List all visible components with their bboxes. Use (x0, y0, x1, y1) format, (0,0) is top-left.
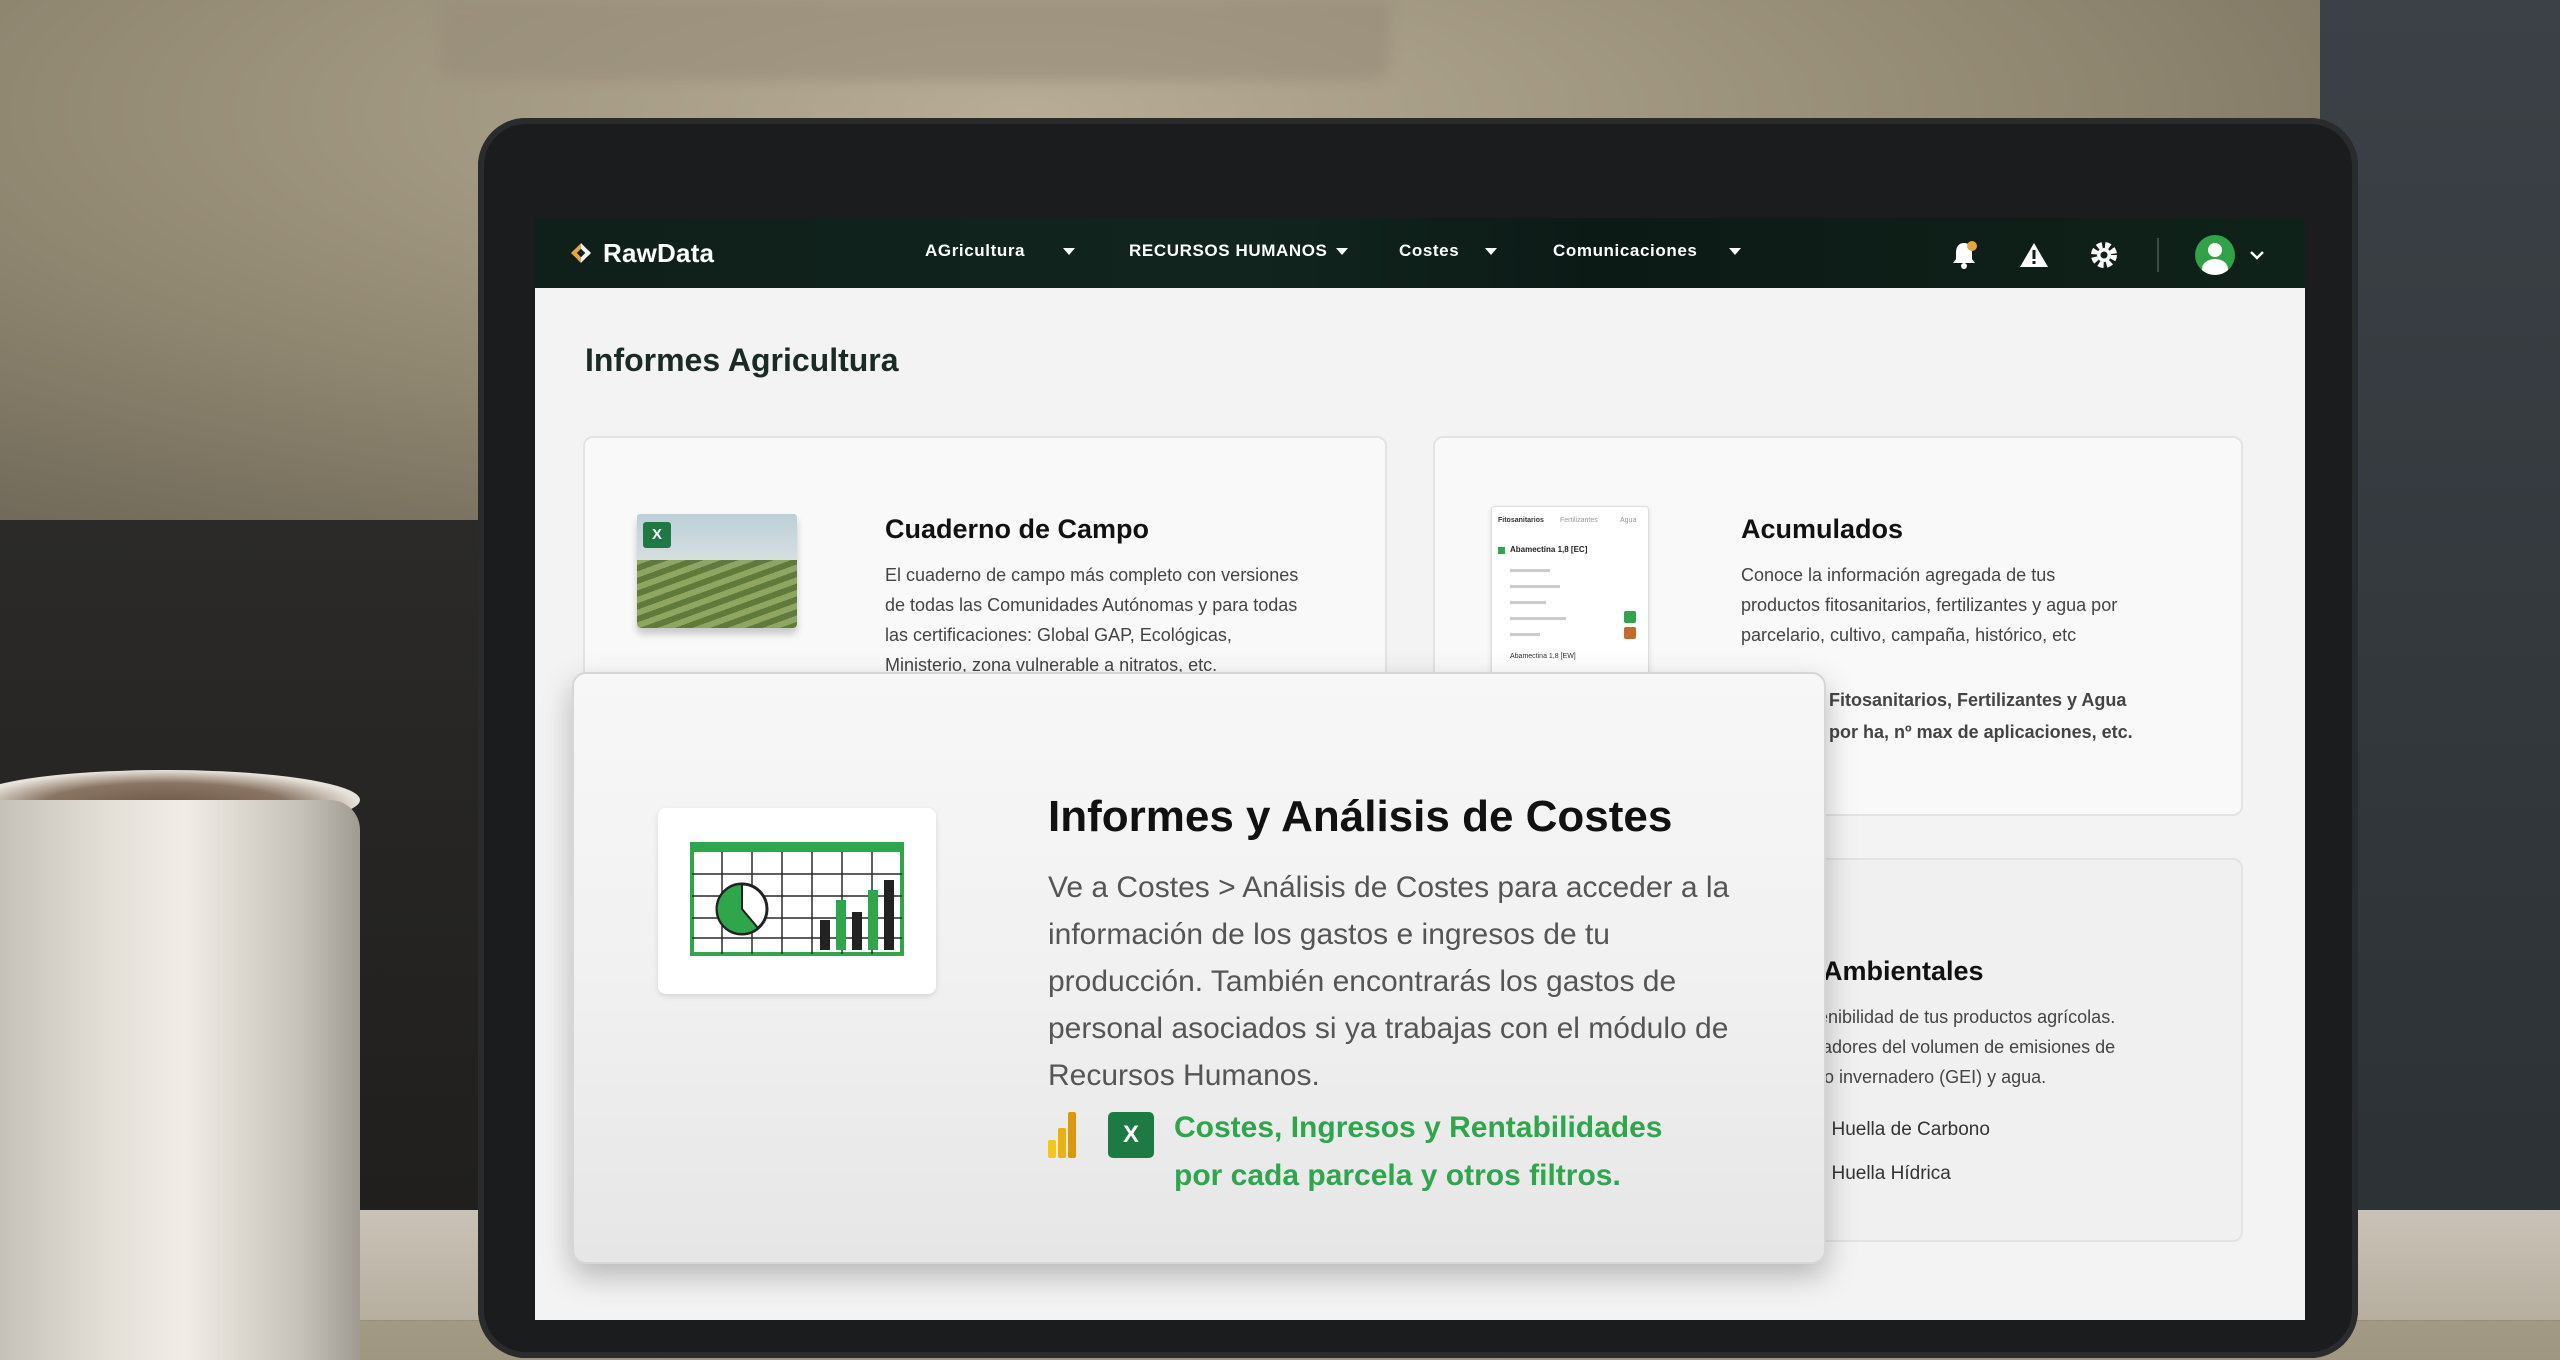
powerbi-icon (1048, 1112, 1082, 1158)
card-title: Cuaderno de Campo (885, 514, 1150, 544)
excel-icon: X (1108, 1112, 1154, 1158)
navbar-actions (1947, 235, 2265, 275)
card-title: Acumulados (1741, 514, 1904, 544)
card-description: El cuaderno de campo más completo con ve… (885, 565, 1299, 675)
feature-link[interactable]: Costes, Ingresos y Rentabilidades por ca… (1174, 1104, 1662, 1200)
user-avatar (2195, 235, 2235, 275)
report-preview-thumbnail: Fitosanitarios Fertilizantes Agua Abamec… (1491, 506, 1649, 680)
menu-comunicaciones[interactable]: Comunicaciones (1553, 241, 1742, 261)
menu-recursos-humanos-label: RECURSOS HUMANOS (1129, 241, 1328, 260)
chevron-down-icon (1063, 247, 1076, 255)
menu-comunicaciones-label: Comunicaciones (1553, 241, 1698, 260)
coffee-mug (0, 800, 360, 1360)
warning-icon[interactable] (2017, 238, 2051, 272)
spreadsheet-chart-icon (658, 808, 936, 994)
card-feature-links[interactable]: lo de Huella de Carbono lo de Huella Híd… (1785, 1108, 2185, 1196)
menu-agricultura-label: AGricultura (925, 241, 1026, 260)
bell-icon[interactable] (1947, 238, 1981, 272)
chevron-down-icon (2250, 251, 2264, 260)
menu-agricultura[interactable]: AGricultura (925, 241, 1076, 261)
excel-icon: X (643, 522, 671, 548)
card-description: Conoce la información agregada de tus pr… (1741, 565, 2118, 645)
top-navbar: RawData AGricultura RECURSOS HUMANOS Cos… (535, 218, 2305, 288)
menu-costes-label: Costes (1399, 241, 1460, 260)
feature-title: Informes y Análisis de Costes (1048, 792, 1673, 841)
menu-recursos-humanos[interactable]: RECURSOS HUMANOS (1129, 241, 1348, 261)
chevron-down-icon (1729, 247, 1742, 255)
costes-feature-card[interactable]: Informes y Análisis de Costes Ve a Coste… (572, 672, 1826, 1264)
card-description: sostenibilidad de tus productos agrícola… (1785, 1007, 2116, 1087)
user-menu[interactable] (2195, 235, 2265, 275)
chevron-down-icon (1335, 247, 1348, 255)
card-feature-links[interactable]: de Fitosanitarios, Fertilizantes y Agua … (1803, 684, 2223, 748)
menu-costes[interactable]: Costes (1399, 241, 1498, 261)
background-picture-frame (440, 0, 1390, 80)
brand-logo[interactable]: RawData (571, 238, 714, 269)
navbar-divider (2157, 238, 2159, 272)
rawdata-logo-icon (571, 243, 593, 265)
gear-icon[interactable] (2087, 238, 2121, 272)
page-title: Informes Agricultura (585, 342, 899, 378)
feature-description: Ve a Costes > Análisis de Costes para ac… (1048, 871, 1730, 1092)
chevron-down-icon (1485, 247, 1498, 255)
brand-name: RawData (603, 238, 715, 268)
